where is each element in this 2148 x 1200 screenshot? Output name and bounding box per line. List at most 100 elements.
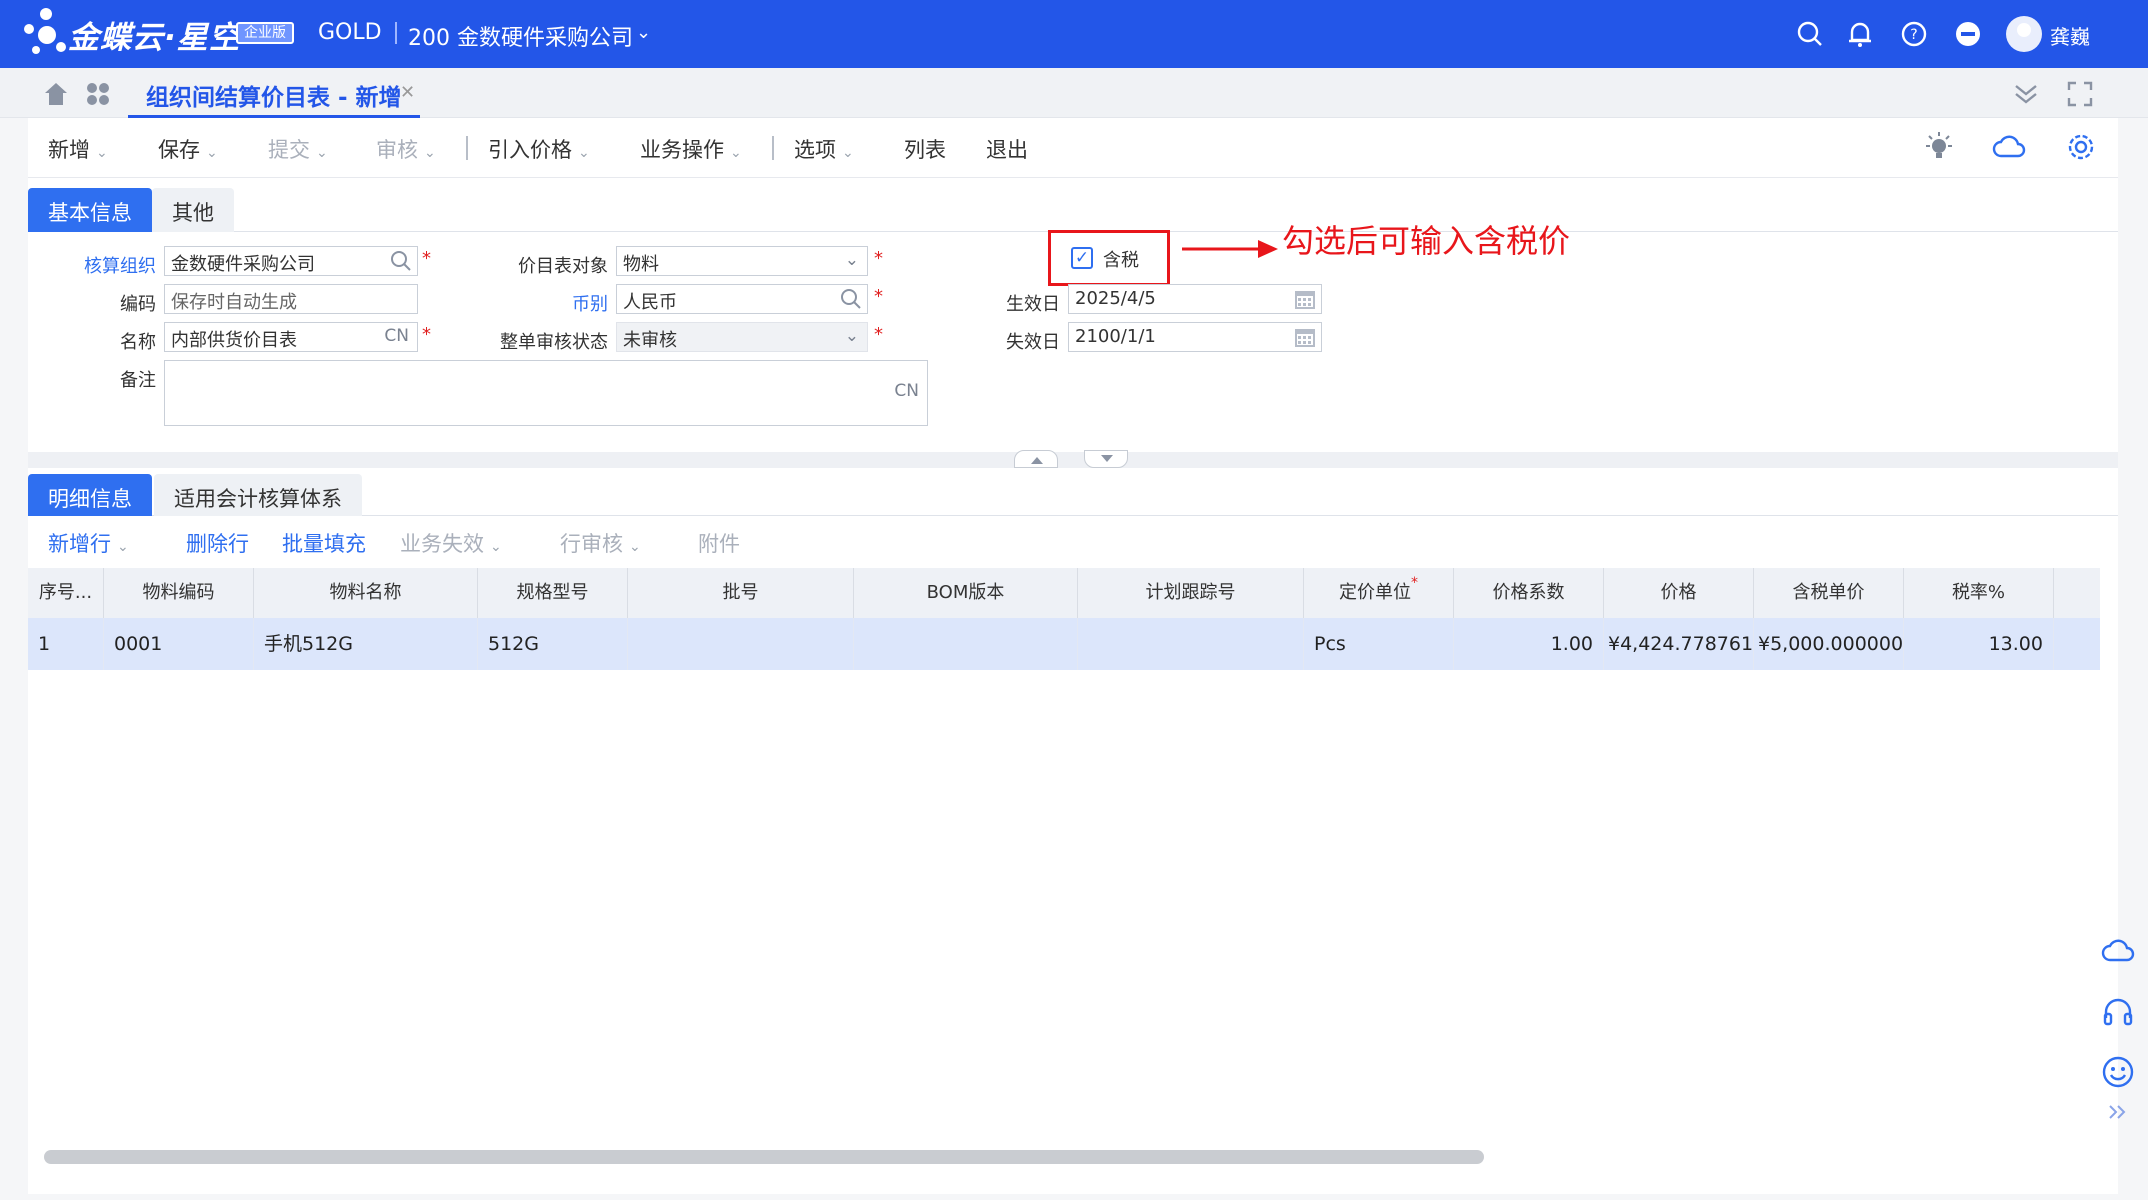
chevron-up-icon[interactable]: [1014, 450, 1058, 468]
search-icon[interactable]: [839, 287, 863, 311]
bell-icon[interactable]: [1846, 20, 1874, 48]
table-row[interactable]: 1 0001 手机512G 512G Pcs 1.00 ¥4,424.77876…: [28, 618, 2100, 670]
col-price-coef[interactable]: 价格系数: [1454, 568, 1604, 618]
avatar[interactable]: [2006, 16, 2042, 52]
close-icon[interactable]: ✕: [400, 82, 415, 103]
language-suffix[interactable]: CN: [384, 326, 409, 346]
chevron-down-icon[interactable]: ⌄: [845, 250, 859, 270]
col-material-name[interactable]: 物料名称: [254, 568, 478, 618]
chevron-down-icon[interactable]: ⌄: [629, 539, 641, 555]
col-pricing-unit[interactable]: 定价单位*: [1304, 568, 1454, 618]
code-field[interactable]: 保存时自动生成: [164, 284, 418, 314]
target-select[interactable]: 物料 ⌄: [616, 246, 868, 276]
chevron-down-icon[interactable]: ⌄: [424, 145, 436, 161]
cell-seq[interactable]: 1: [28, 618, 104, 670]
cell-track-no[interactable]: [1078, 618, 1304, 670]
cell-material-code[interactable]: 0001: [104, 618, 254, 670]
tab-other[interactable]: 其他: [152, 188, 234, 232]
calendar-icon[interactable]: [1293, 325, 1317, 349]
search-icon[interactable]: [389, 249, 413, 273]
tax-included-label[interactable]: 含税: [1103, 246, 1139, 272]
user-name[interactable]: 龚巍: [2050, 21, 2090, 50]
import-price-button[interactable]: 引入价格 ⌄: [488, 134, 590, 164]
cell-tax-price[interactable]: ¥5,000.000000: [1754, 618, 1904, 670]
expire-date-field[interactable]: 2100/1/1: [1068, 322, 1322, 352]
org-label[interactable]: 核算组织: [60, 252, 156, 278]
row-audit-button[interactable]: 行审核 ⌄: [560, 528, 641, 558]
tab-price-list-new[interactable]: 组织间结算价目表 - 新增: [128, 68, 420, 118]
effective-date-field[interactable]: 2025/4/5: [1068, 284, 1322, 314]
minus-circle-icon[interactable]: [1954, 20, 1982, 48]
chevron-down-icon[interactable]: ⌄: [730, 145, 742, 161]
delete-row-button[interactable]: 删除行: [186, 528, 249, 558]
chevron-down-icon[interactable]: ⌄: [490, 539, 502, 555]
fullscreen-icon[interactable]: [2066, 80, 2094, 108]
cloud-icon[interactable]: [2100, 934, 2136, 970]
search-icon[interactable]: [1796, 20, 1824, 48]
chevron-down-icon[interactable]: ⌄: [206, 145, 218, 161]
add-row-button[interactable]: 新增行 ⌄: [48, 528, 129, 558]
name-field[interactable]: 内部供货价目表 CN: [164, 322, 418, 352]
col-seq[interactable]: 序号...: [28, 568, 104, 618]
attachment-button[interactable]: 附件: [698, 528, 740, 558]
tax-included-checkbox[interactable]: ✓: [1071, 247, 1093, 269]
data-center-label[interactable]: GOLD: [318, 20, 382, 45]
cell-material-name[interactable]: 手机512G: [254, 618, 478, 670]
cell-tax-rate[interactable]: 13.00: [1904, 618, 2054, 670]
cell-spec[interactable]: 512G: [478, 618, 628, 670]
currency-field[interactable]: 人民币: [616, 284, 868, 314]
cell-lot[interactable]: [628, 618, 854, 670]
chevron-down-icon[interactable]: ⌄: [636, 22, 651, 43]
name-label: 名称: [120, 332, 156, 353]
col-lot[interactable]: 批号: [628, 568, 854, 618]
cell-pricing-unit[interactable]: Pcs: [1304, 618, 1454, 670]
batch-fill-button[interactable]: 批量填充: [282, 528, 366, 558]
collapse-icon[interactable]: [2012, 80, 2040, 108]
chevron-down-icon[interactable]: ⌄: [842, 145, 854, 161]
list-button[interactable]: 列表: [904, 134, 946, 164]
cell-bom[interactable]: [854, 618, 1078, 670]
chevron-down-icon[interactable]: [1084, 450, 1128, 468]
calendar-icon[interactable]: [1293, 287, 1317, 311]
cell-price-coef[interactable]: 1.00: [1454, 618, 1604, 670]
audit-button[interactable]: 审核 ⌄: [376, 134, 436, 164]
business-invalid-button[interactable]: 业务失效 ⌄: [400, 528, 502, 558]
chevron-down-icon[interactable]: ⌄: [316, 145, 328, 161]
new-button[interactable]: 新增 ⌄: [48, 134, 108, 164]
save-button[interactable]: 保存 ⌄: [158, 134, 218, 164]
tab-accounting-system[interactable]: 适用会计核算体系: [154, 474, 362, 516]
col-material-code[interactable]: 物料编码: [104, 568, 254, 618]
submit-button[interactable]: 提交 ⌄: [268, 134, 328, 164]
exit-button[interactable]: 退出: [986, 134, 1028, 164]
org-field[interactable]: 金数硬件采购公司: [164, 246, 418, 276]
gear-icon[interactable]: [2064, 130, 2098, 164]
cell-price[interactable]: ¥4,424.778761: [1604, 618, 1754, 670]
currency-label[interactable]: 币别: [480, 290, 608, 316]
tab-basic-info[interactable]: 基本信息: [28, 188, 152, 232]
cloud-icon[interactable]: [1992, 130, 2026, 164]
options-button[interactable]: 选项 ⌄: [794, 134, 854, 164]
horizontal-scrollbar[interactable]: [44, 1150, 1484, 1164]
detail-panel: 明细信息 适用会计核算体系 新增行 ⌄ 删除行 批量填充 业务失效 ⌄ 行审核 ⌄ 附…: [28, 468, 2118, 1194]
language-suffix[interactable]: CN: [894, 381, 919, 401]
help-icon[interactable]: ?: [1900, 20, 1928, 48]
chevron-down-icon[interactable]: ⌄: [578, 145, 590, 161]
lightbulb-icon[interactable]: [1922, 130, 1956, 164]
expand-icon[interactable]: [2100, 1094, 2136, 1130]
col-track-no[interactable]: 计划跟踪号: [1078, 568, 1304, 618]
col-tax-price[interactable]: 含税单价: [1754, 568, 1904, 618]
remark-field[interactable]: CN: [164, 360, 928, 426]
home-icon[interactable]: [42, 80, 70, 108]
col-price[interactable]: 价格: [1604, 568, 1754, 618]
tab-detail-info[interactable]: 明细信息: [28, 474, 152, 516]
chevron-down-icon[interactable]: ⌄: [96, 145, 108, 161]
smile-icon[interactable]: [2100, 1054, 2136, 1090]
col-tax-rate[interactable]: 税率%: [1904, 568, 2054, 618]
chevron-down-icon[interactable]: ⌄: [117, 539, 129, 555]
apps-icon[interactable]: [84, 80, 112, 108]
col-bom[interactable]: BOM版本: [854, 568, 1078, 618]
business-ops-button[interactable]: 业务操作 ⌄: [640, 134, 742, 164]
headset-icon[interactable]: [2100, 994, 2136, 1030]
company-selector[interactable]: 200 金数硬件采购公司: [408, 20, 633, 52]
col-spec[interactable]: 规格型号: [478, 568, 628, 618]
